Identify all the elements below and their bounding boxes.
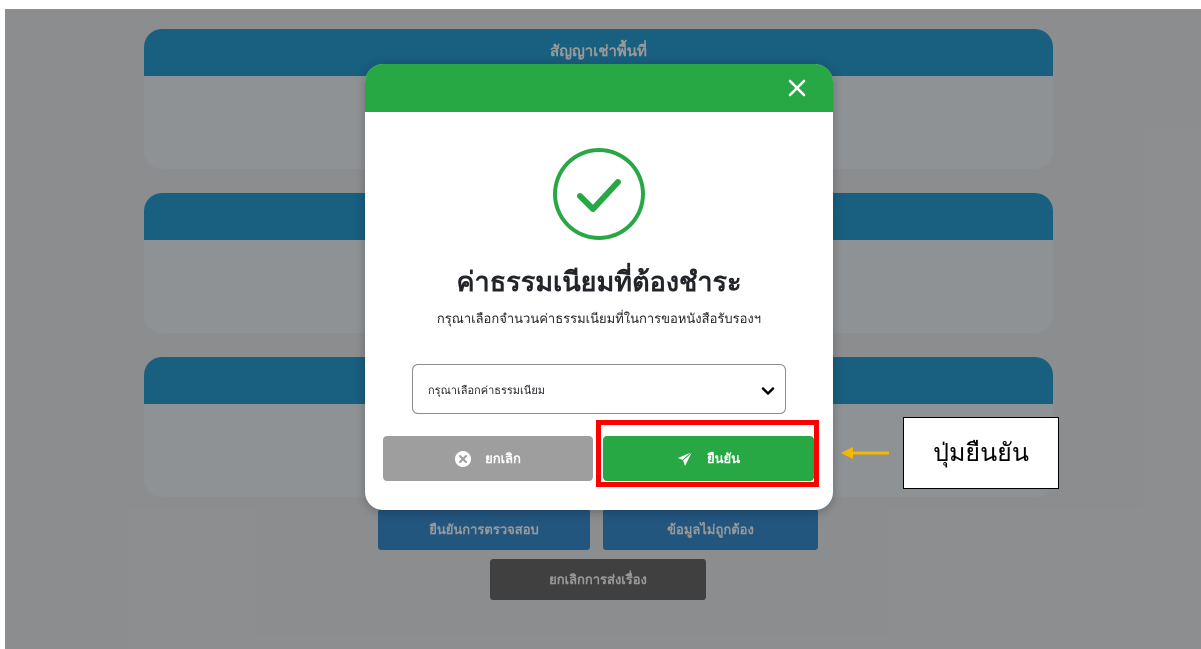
modal-description: กรุณาเลือกจำนวนค่าธรรมเนียมที่ในการขอหนั… (436, 312, 762, 327)
close-icon[interactable] (785, 76, 809, 100)
check-circle-icon (551, 146, 647, 242)
times-circle-icon (455, 450, 472, 467)
chevron-down-icon (761, 383, 775, 397)
page-background: สัญญาเช่าพื้นที่ ยืนยันการตรวจสอบ ข้อมูล… (5, 9, 1201, 649)
annotation-callout: ปุ่มยืนยัน (903, 417, 1059, 489)
modal-header (365, 64, 833, 112)
cancel-button-label: ยกเลิก (485, 452, 521, 467)
modal-title: ค่าธรรมเนียมที่ต้องชำระ (456, 267, 742, 298)
confirm-highlight-box (596, 420, 819, 487)
fee-select[interactable]: กรุณาเลือกค่าธรรมเนียม (412, 364, 786, 414)
arrow-left-icon (841, 445, 891, 461)
cancel-button[interactable]: ยกเลิก (383, 436, 593, 481)
fee-select-value: กรุณาเลือกค่าธรรมเนียม (428, 384, 546, 397)
